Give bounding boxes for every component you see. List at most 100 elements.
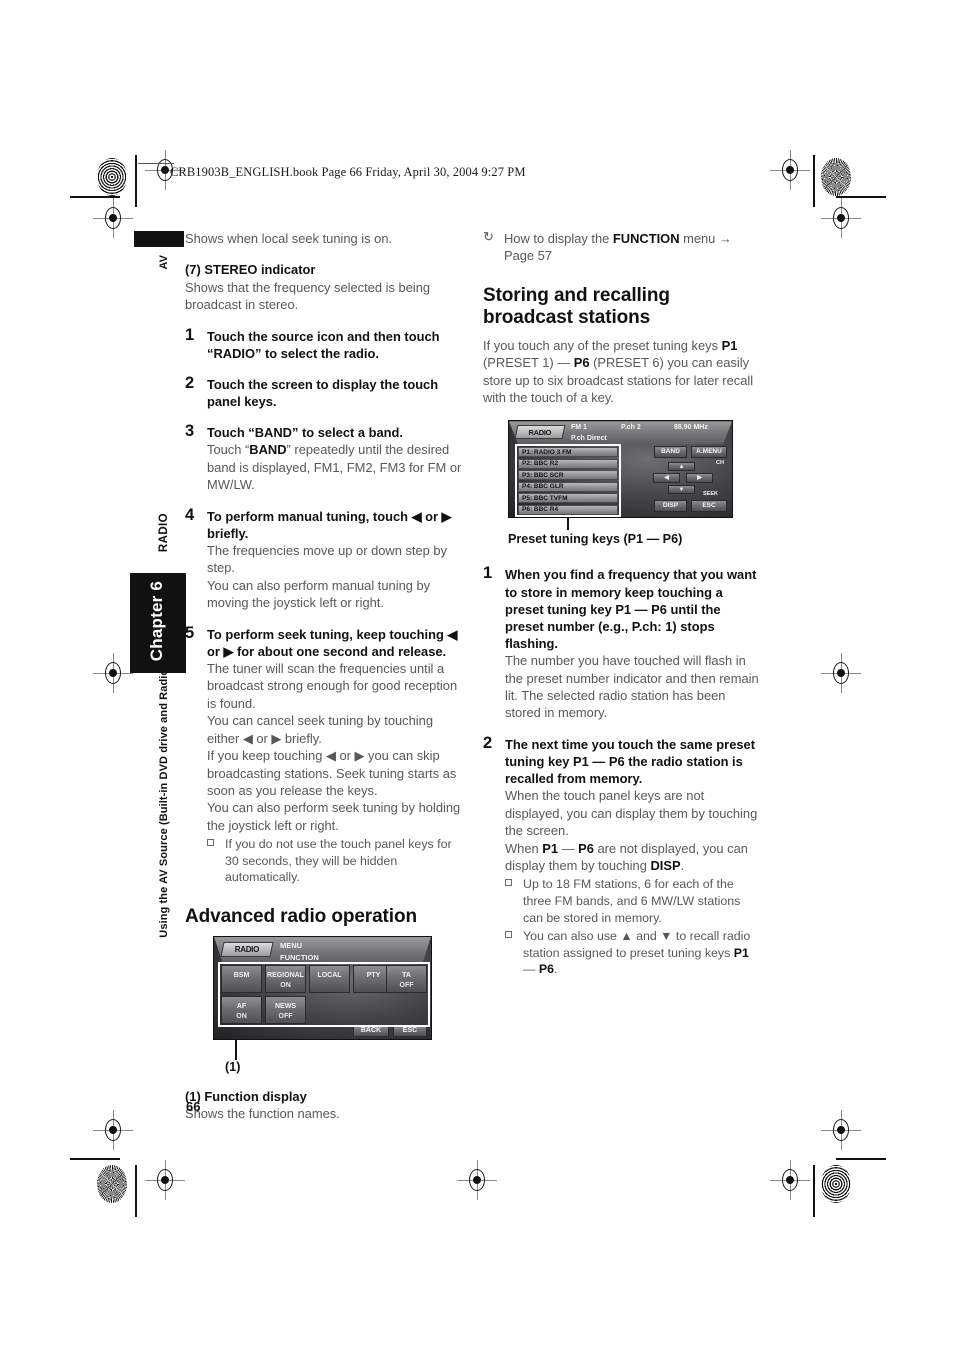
refer-text-pre: How to display the xyxy=(504,231,613,246)
crop-line-right-vertical xyxy=(813,155,815,207)
right-step-1-body: The number you have touched will flash i… xyxy=(505,653,759,721)
av-black-bar xyxy=(134,231,184,247)
registration-mark-left-bottom xyxy=(93,1110,133,1150)
right-step-2-number: 2 xyxy=(483,733,493,752)
header-rule xyxy=(138,163,174,164)
right-column: ↻ How to display the FUNCTION menu → Pag… xyxy=(483,229,760,978)
preset-pch-label: P.ch 2 xyxy=(621,424,641,432)
right-step-2-heading: The next time you touch the same preset … xyxy=(505,736,755,787)
registration-rosette-top-left xyxy=(97,158,127,196)
step-5-note-text: If you do not use the touch panel keys f… xyxy=(225,837,452,885)
page-number: 66 xyxy=(186,1099,201,1114)
crop-line-left-vertical-bottom xyxy=(135,1165,137,1217)
step-3-heading: Touch “BAND” to select a band. xyxy=(207,425,404,441)
preset-callout-leader-line xyxy=(567,518,569,531)
crop-line-right-vertical-bottom xyxy=(813,1165,815,1217)
registration-mark-right-bottom xyxy=(821,1110,861,1150)
preset-band-key[interactable]: BAND xyxy=(654,446,687,459)
local-indicator-note: Shows when local seek tuning is on. xyxy=(185,231,393,246)
preset-keys-caption: Preset tuning keys (P1 — P6) xyxy=(508,532,683,547)
right-step-2-body-2: When P1 — P6 are not displayed, you can … xyxy=(505,840,748,873)
stereo-indicator-heading: (7) STEREO indicator xyxy=(185,262,316,278)
preset-ch-label: CH xyxy=(716,460,724,467)
registration-mark-left xyxy=(93,198,133,238)
step-5: 5 To perform seek tuning, keep touching … xyxy=(185,623,462,886)
margin-tab-radio: RADIO xyxy=(158,513,170,553)
step-2-number: 2 xyxy=(185,374,195,392)
step-2-heading: Touch the screen to display the touch pa… xyxy=(207,377,439,410)
registration-mark-right-lower xyxy=(821,653,861,693)
callout-number-1: (1) xyxy=(225,1059,241,1074)
callout-leader-line xyxy=(235,1039,237,1060)
preset-left-key[interactable]: ◀ xyxy=(653,473,680,484)
refer-text-bold: FUNCTION xyxy=(612,231,680,246)
note-square-icon xyxy=(207,839,214,847)
function-menu-screenshot: RADIO MENU FUNCTION BSM REGIONAL ON LOCA… xyxy=(213,935,432,1040)
registration-rosette-bottom-right xyxy=(821,1165,851,1203)
preset-amenu-key[interactable]: A.MENU xyxy=(691,446,727,459)
step-5-body-1: The tuner will scan the frequencies unti… xyxy=(207,661,458,711)
registration-rosette-top-right xyxy=(821,158,851,196)
preset-radio-logo-label: RADIO xyxy=(528,428,552,438)
function-screen-title-2: FUNCTION xyxy=(280,952,319,962)
step-4-body-2: You can also perform manual tuning by mo… xyxy=(207,577,431,611)
preset-band-label: FM 1 xyxy=(571,424,587,432)
crop-line-bottom-left xyxy=(70,1158,120,1160)
print-header: CRB1903B_ENGLISH.book Page 66 Friday, Ap… xyxy=(170,165,526,179)
function-display-body: Shows the function names. xyxy=(185,1105,340,1121)
step-4-body-1: The frequencies move up or down step by … xyxy=(207,543,448,576)
right-step-2-note-2: You can also use ▲ and ▼ to recall radio… xyxy=(505,928,760,978)
radio-logo-label: RADIO xyxy=(234,944,260,954)
step-4: 4 To perform manual tuning, touch ◀ or ▶… xyxy=(185,505,462,612)
preset-subtitle-label: P.ch Direct xyxy=(571,435,607,443)
right-step-2-note-2-text: You can also use ▲ and ▼ to recall radio… xyxy=(523,929,751,977)
refer-function-menu: ↻ How to display the FUNCTION menu → Pag… xyxy=(483,229,760,265)
preset-tuning-screenshot: RADIO FM 1 P.ch 2 88.90 MHz P.ch Direct … xyxy=(508,420,733,519)
preset-down-key[interactable]: ▼ xyxy=(668,485,695,495)
step-5-body-3: If you keep touching ◀ or ▶ you can skip… xyxy=(207,748,457,798)
stereo-indicator-body: Shows that the frequency selected is bei… xyxy=(185,279,431,313)
right-step-2-body-1: When the touch panel keys are not displa… xyxy=(505,788,758,839)
preset-disp-key[interactable]: DISP xyxy=(654,500,687,513)
step-4-heading: To perform manual tuning, touch ◀ or ▶ b… xyxy=(207,508,452,541)
crop-line-left-vertical xyxy=(135,155,137,207)
function-display-callout-box xyxy=(218,961,430,1027)
note-square-icon xyxy=(505,879,512,887)
step-3-body: Touch “BAND” repeatedly until the desire… xyxy=(207,442,462,493)
registration-mark-left-lower xyxy=(93,653,133,693)
storing-recalling-heading: Storing and recalling broadcast stations xyxy=(483,284,670,329)
margin-tab-section: Using the AV Source (Built-in DVD drive … xyxy=(158,665,170,938)
radio-logo-icon: RADIO xyxy=(220,941,274,957)
step-1-number: 1 xyxy=(185,325,195,344)
preset-seek-label: SEEK xyxy=(703,491,718,498)
right-step-2-note-1-text: Up to 18 FM stations, 6 for each of the … xyxy=(523,877,741,925)
step-4-number: 4 xyxy=(185,505,195,524)
crop-line-top-right xyxy=(836,196,886,198)
preset-right-key[interactable]: ▶ xyxy=(686,473,713,484)
registration-mark-bottom-right xyxy=(770,1160,810,1200)
right-step-2-note-1: Up to 18 FM stations, 6 for each of the … xyxy=(505,876,760,926)
step-5-number: 5 xyxy=(185,623,195,642)
note-square-icon xyxy=(505,931,512,939)
margin-tab-av: AV xyxy=(158,255,170,270)
step-3-number: 3 xyxy=(185,422,195,441)
step-1: 1 Touch the source icon and then touch “… xyxy=(185,325,462,362)
step-1-heading: Touch the source icon and then touch “RA… xyxy=(207,328,440,361)
function-screen-title-1: MENU xyxy=(280,940,303,950)
preset-radio-logo-icon: RADIO xyxy=(514,425,566,440)
crop-line-bottom-right xyxy=(836,1158,886,1160)
preset-keys-callout-box xyxy=(515,444,621,518)
advanced-radio-heading: Advanced radio operation xyxy=(185,906,417,928)
preset-frequency-label: 88.90 MHz xyxy=(674,424,708,432)
registration-mark-right xyxy=(821,198,861,238)
preset-esc-key[interactable]: ESC xyxy=(691,500,727,513)
step-5-body-4: You can also perform seek tuning by hold… xyxy=(207,800,461,833)
preset-up-key[interactable]: ▲ xyxy=(668,462,695,472)
step-2: 2 Touch the screen to display the touch … xyxy=(185,374,462,410)
crop-line-top-left xyxy=(70,196,120,198)
storing-recalling-intro: If you touch any of the preset tuning ke… xyxy=(483,337,754,405)
registration-mark-bottom-left xyxy=(145,1160,185,1200)
chapter-badge: Chapter 6 xyxy=(130,573,186,673)
left-column: Shows when local seek tuning is on. (7) … xyxy=(185,230,462,1122)
registration-mark-bottom-center xyxy=(457,1160,497,1200)
